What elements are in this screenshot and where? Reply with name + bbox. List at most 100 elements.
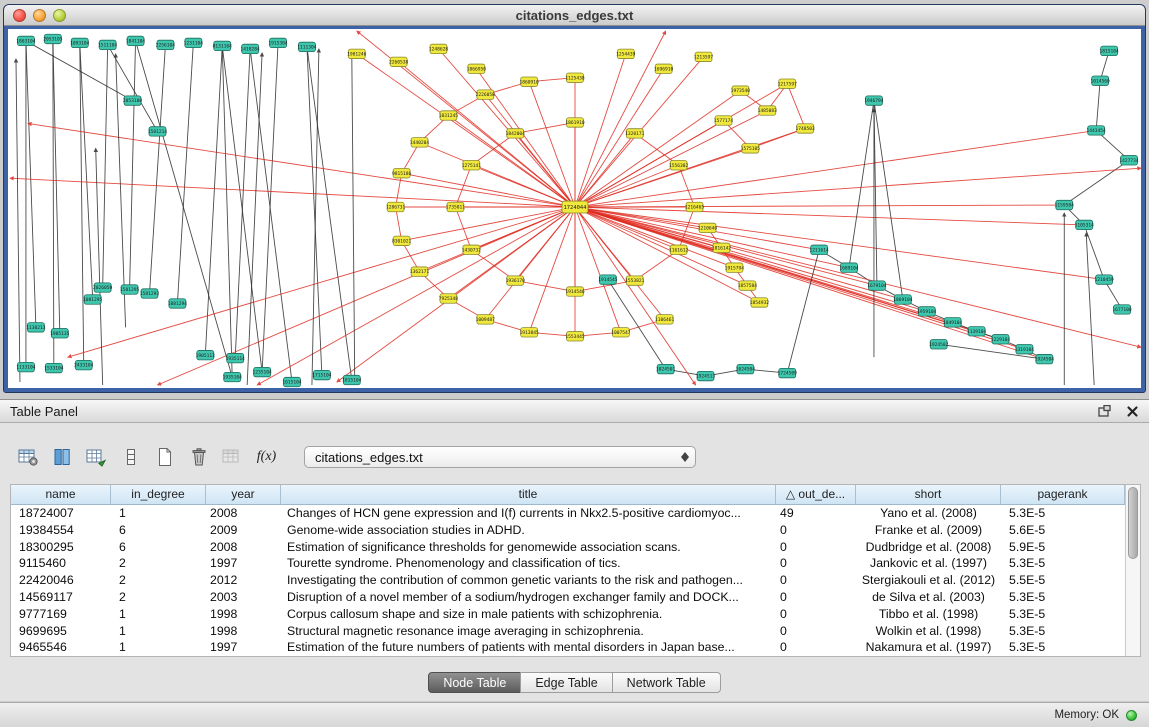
network-node[interactable]: 1105314	[1075, 220, 1095, 229]
network-node[interactable]: 1081295	[83, 295, 103, 304]
network-node[interactable]: 1914545	[598, 275, 618, 284]
network-node[interactable]: 1959104	[917, 307, 937, 316]
network-node[interactable]: 1854932	[750, 298, 770, 307]
table-row[interactable]: 946554611997Estimation of the future num…	[11, 639, 1125, 656]
network-edge[interactable]	[874, 101, 903, 300]
network-edge[interactable]	[575, 91, 740, 207]
network-node[interactable]: 1216465	[685, 202, 705, 211]
table-selector-dropdown[interactable]: citations_edges.txt	[304, 446, 696, 468]
close-panel-icon[interactable]	[1125, 404, 1139, 418]
network-node[interactable]: 1553445	[565, 332, 585, 341]
table-row[interactable]: 969969511998Structural magnetic resonanc…	[11, 623, 1125, 640]
new-table-icon[interactable]	[152, 445, 177, 470]
network-node[interactable]: 1815104	[1099, 46, 1119, 55]
network-edge[interactable]	[247, 53, 262, 385]
network-edge[interactable]	[787, 84, 805, 129]
network-node[interactable]: 1211614	[810, 245, 830, 254]
network-node[interactable]: 1125438	[565, 73, 585, 82]
network-edge[interactable]	[16, 59, 20, 382]
network-node[interactable]: 1679104	[867, 281, 887, 290]
network-node[interactable]: 1577174	[714, 116, 734, 125]
network-node[interactable]: 1229104	[991, 335, 1011, 344]
network-edge[interactable]	[103, 45, 108, 288]
network-node[interactable]: 1581295	[120, 285, 140, 294]
network-edge[interactable]	[150, 45, 166, 294]
network-node[interactable]: 1217597	[778, 79, 798, 88]
network-node[interactable]: 1677100	[1112, 305, 1132, 314]
network-node[interactable]: 1014560	[1091, 76, 1111, 85]
table-row[interactable]: 1872400712008Changes of HCN gene express…	[11, 505, 1125, 522]
network-edge[interactable]	[529, 207, 575, 332]
network-node[interactable]: 1133104	[16, 362, 36, 371]
network-node[interactable]: 1443454	[1087, 126, 1107, 135]
network-node[interactable]: 1130213	[26, 323, 46, 332]
network-node[interactable]: 2053105	[43, 34, 63, 43]
network-edge[interactable]	[575, 207, 1141, 347]
network-edge[interactable]	[177, 43, 193, 304]
column-header-3[interactable]: title	[281, 485, 776, 504]
network-node[interactable]: 8301021	[392, 236, 412, 245]
tab-network-table[interactable]: Network Table	[612, 672, 721, 693]
network-node[interactable]: 1581293	[140, 289, 160, 298]
network-edge[interactable]	[307, 47, 352, 380]
close-window-button[interactable]	[13, 9, 26, 22]
network-edge[interactable]	[575, 207, 621, 332]
column-header-0[interactable]: name	[11, 485, 111, 504]
network-node[interactable]: 1254439	[616, 49, 636, 58]
network-node[interactable]: 1935114	[226, 353, 246, 362]
network-edge[interactable]	[1096, 81, 1100, 131]
edit-table-icon[interactable]	[84, 445, 109, 470]
network-node[interactable]: 1575105	[741, 144, 761, 153]
network-node[interactable]: 1430732	[462, 245, 482, 254]
network-node[interactable]: 1924504	[1035, 354, 1055, 363]
network-node[interactable]: 1320171	[625, 129, 645, 138]
network-edge[interactable]	[205, 46, 222, 355]
network-node[interactable]: 1427734	[1119, 156, 1139, 165]
network-node[interactable]: 1231104	[184, 38, 204, 47]
network-edge[interactable]	[26, 41, 36, 327]
network-edge[interactable]	[68, 207, 575, 357]
network-node[interactable]: 1111304	[297, 42, 317, 51]
network-node[interactable]: 1485083	[758, 106, 778, 115]
network-edge[interactable]	[250, 49, 292, 382]
network-edge[interactable]	[849, 101, 874, 268]
table-row[interactable]: 1938455462009Genome-wide association stu…	[11, 522, 1125, 539]
network-edge[interactable]	[312, 49, 319, 385]
network-window-titlebar[interactable]: citations_edges.txt	[4, 5, 1145, 26]
network-node[interactable]: 1049104	[943, 318, 963, 327]
network-edge[interactable]	[307, 47, 322, 375]
table-row[interactable]: 1456911722003Disruption of a novel membe…	[11, 589, 1125, 606]
column-header-5[interactable]: short	[856, 485, 1001, 504]
network-node[interactable]: 2026050	[93, 283, 113, 292]
network-node[interactable]: 1860910	[520, 77, 540, 86]
network-node[interactable]: 1553821	[625, 276, 645, 285]
network-node[interactable]: 1924513	[696, 371, 716, 380]
table-row[interactable]: 977716911998Corpus callosum shape and si…	[11, 606, 1125, 623]
tab-node-table[interactable]: Node Table	[428, 672, 521, 693]
tab-edge-table[interactable]: Edge Table	[520, 672, 612, 693]
network-node[interactable]: 1831245	[439, 111, 459, 120]
network-node[interactable]: 1905135	[50, 329, 70, 338]
network-edge[interactable]	[10, 178, 575, 207]
network-node[interactable]: 1235104	[252, 367, 272, 376]
network-edge[interactable]	[438, 49, 575, 207]
network-node[interactable]: 1210646	[698, 223, 718, 232]
network-edge[interactable]	[352, 54, 355, 385]
network-node[interactable]: 1816142	[712, 243, 732, 252]
network-edge[interactable]	[575, 207, 1084, 225]
network-node[interactable]: 1624504	[736, 364, 756, 373]
network-node[interactable]: 1842004	[506, 129, 526, 138]
network-canvas[interactable]: 1724044112543818609102226058183124514402…	[8, 29, 1141, 388]
network-node[interactable]: 1696910	[654, 64, 674, 73]
network-edge[interactable]	[28, 123, 575, 207]
network-node[interactable]: 2260538	[389, 57, 409, 66]
scrollbar-thumb[interactable]	[1128, 487, 1138, 559]
network-node[interactable]: 1841104	[126, 36, 146, 45]
network-node[interactable]: 1913845	[520, 328, 540, 337]
network-node[interactable]: 1007547	[611, 328, 631, 337]
network-node[interactable]: 1511104	[98, 40, 118, 49]
delete-table-icon[interactable]	[186, 445, 211, 470]
network-edge[interactable]	[108, 45, 158, 132]
network-edge[interactable]	[679, 165, 695, 207]
network-node[interactable]: 1440204	[410, 138, 430, 147]
